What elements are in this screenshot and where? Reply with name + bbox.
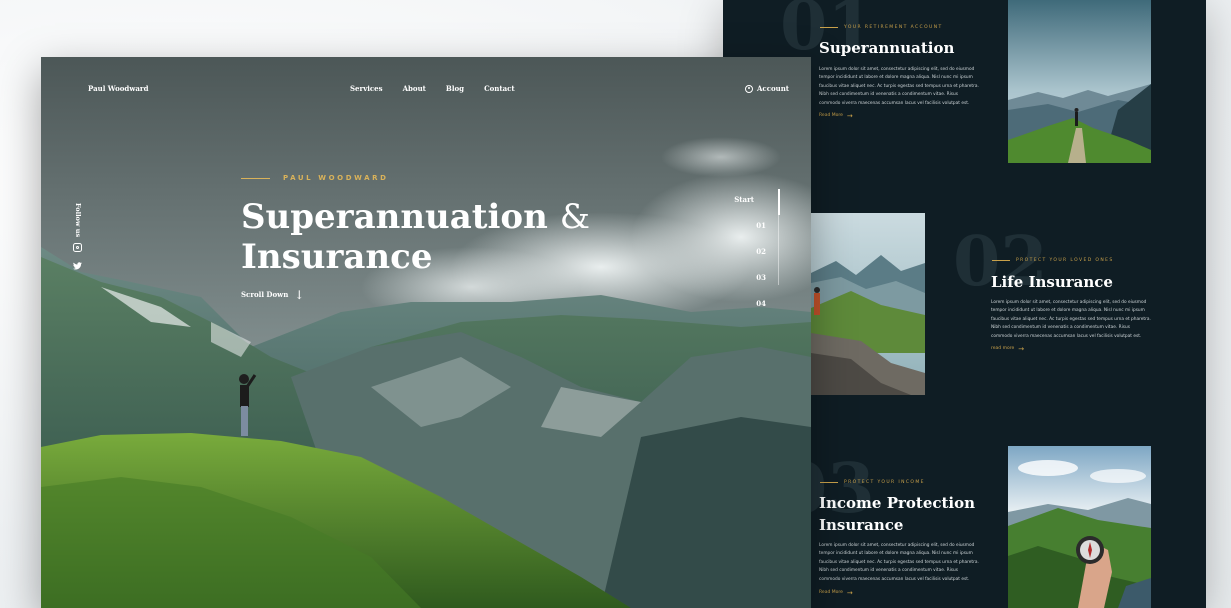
nav-contact[interactable]: Contact — [484, 84, 515, 93]
hero-title: Superannuation & Insurance — [241, 197, 590, 277]
nav-blog[interactable]: Blog — [446, 84, 464, 93]
section-body: Lorem ipsum dolor sit amet, consectetur … — [819, 543, 979, 582]
arrow-right-icon: → — [1018, 344, 1025, 353]
nav-about[interactable]: About — [403, 84, 426, 93]
hero-section: Paul Woodward Services About Blog Contac… — [41, 57, 811, 608]
read-more-link[interactable]: read more → — [991, 344, 1025, 353]
arrow-right-icon: → — [846, 111, 853, 120]
section-title: Income Protection Insurance — [819, 494, 976, 534]
step-02[interactable]: 02 — [756, 247, 766, 256]
section-kicker: PROTECT YOUR LOVED ONES — [992, 258, 1114, 263]
hiker-ridge-photo — [1008, 0, 1151, 163]
instagram-icon[interactable] — [73, 243, 82, 252]
account-button[interactable]: Account — [745, 84, 789, 93]
main-nav: Services About Blog Contact — [350, 84, 515, 93]
read-more-link[interactable]: Read More → — [819, 588, 853, 597]
section-title: Superannuation — [819, 39, 955, 57]
step-01[interactable]: 01 — [756, 221, 766, 230]
arrow-down-icon: ↓ — [294, 287, 305, 302]
section-body: Lorem ipsum dolor sit amet, consectetur … — [819, 67, 979, 106]
nav-services[interactable]: Services — [350, 84, 383, 93]
section-body: Lorem ipsum dolor sit amet, consectetur … — [991, 300, 1151, 339]
hero-kicker: PAUL WOODWARD — [241, 174, 389, 182]
mountain-landscape — [41, 57, 811, 608]
step-03[interactable]: 03 — [756, 273, 766, 282]
read-more-link[interactable]: Read More → — [819, 111, 853, 120]
step-04[interactable]: 04 — [756, 299, 766, 308]
follow-us-label: Follow us — [74, 203, 82, 238]
section-kicker: YOUR RETIREMENT ACCOUNT — [820, 25, 943, 30]
scroll-down-link[interactable]: Scroll Down ↓ — [241, 287, 305, 302]
compass-hand-photo — [1008, 446, 1151, 608]
section-title: Life Insurance — [991, 273, 1113, 291]
section-kicker: PROTECT YOUR INCOME — [820, 480, 925, 485]
climber-cliff-photo — [811, 213, 925, 395]
arrow-right-icon: → — [846, 588, 853, 597]
twitter-icon[interactable] — [73, 262, 82, 271]
brand-logo[interactable]: Paul Woodward — [88, 84, 148, 93]
user-icon — [745, 84, 753, 93]
step-start[interactable]: Start — [734, 195, 754, 204]
